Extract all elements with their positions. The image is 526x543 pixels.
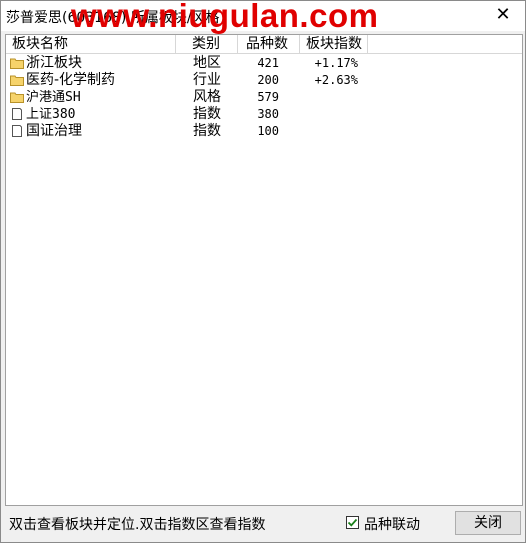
dialog-window: 莎普爱思(603168) 所属板块/风格 www.niugulan.com ✕ … — [0, 0, 526, 543]
list-item[interactable]: 沪港通SH 风格 579 — [6, 89, 522, 106]
list-rows: 浙江板块 地区 421 +1.17% 医药-化学制药 行业 200 +2.63%… — [6, 55, 522, 140]
sector-name: 上证380 — [26, 107, 76, 122]
close-icon[interactable]: ✕ — [491, 3, 515, 27]
column-header-index[interactable]: 板块指数 — [300, 35, 368, 53]
sector-type: 行业 — [193, 72, 221, 88]
sector-name: 国证治理 — [26, 123, 82, 139]
column-header-name[interactable]: 板块名称 — [6, 35, 176, 53]
list-item[interactable]: 医药-化学制药 行业 200 +2.63% — [6, 72, 522, 89]
folder-icon — [10, 91, 24, 103]
document-icon — [10, 125, 24, 137]
sector-count: 421 — [257, 56, 279, 70]
checkmark-icon — [347, 518, 358, 527]
sector-count: 100 — [257, 124, 279, 138]
close-button[interactable]: 关闭 — [455, 511, 521, 535]
title-bar[interactable]: 莎普爱思(603168) 所属板块/风格 www.niugulan.com ✕ — [1, 0, 525, 34]
linkage-checkbox[interactable] — [346, 516, 359, 529]
sector-name: 医药-化学制药 — [26, 72, 116, 88]
sector-index[interactable]: +1.17% — [306, 55, 358, 72]
sector-type: 风格 — [193, 89, 221, 105]
watermark-text: www.niugulan.com — [71, 0, 379, 34]
document-icon — [10, 108, 24, 120]
column-header-count[interactable]: 品种数 — [238, 35, 300, 53]
sector-list[interactable]: 板块名称 类别 品种数 板块指数 浙江板块 地区 421 +1.17% 医药-化… — [5, 34, 523, 506]
list-item[interactable]: 上证380 指数 380 — [6, 106, 522, 123]
list-header: 板块名称 类别 品种数 板块指数 — [6, 35, 522, 54]
column-header-type[interactable]: 类别 — [176, 35, 238, 53]
sector-count: 200 — [257, 73, 279, 87]
sector-name: 浙江板块 — [26, 55, 82, 71]
folder-icon — [10, 57, 24, 69]
sector-count: 579 — [257, 90, 279, 104]
list-item[interactable]: 浙江板块 地区 421 +1.17% — [6, 55, 522, 72]
sector-type: 指数 — [193, 106, 221, 122]
hint-text: 双击查看板块并定位.双击指数区查看指数 — [9, 517, 266, 533]
sector-count: 380 — [257, 107, 279, 121]
linkage-checkbox-label[interactable]: 品种联动 — [364, 514, 420, 534]
list-item[interactable]: 国证治理 指数 100 — [6, 123, 522, 140]
sector-type: 指数 — [193, 123, 221, 139]
folder-icon — [10, 74, 24, 86]
sector-index[interactable]: +2.63% — [306, 72, 358, 89]
sector-name: 沪港通SH — [26, 90, 81, 105]
sector-type: 地区 — [193, 55, 221, 71]
